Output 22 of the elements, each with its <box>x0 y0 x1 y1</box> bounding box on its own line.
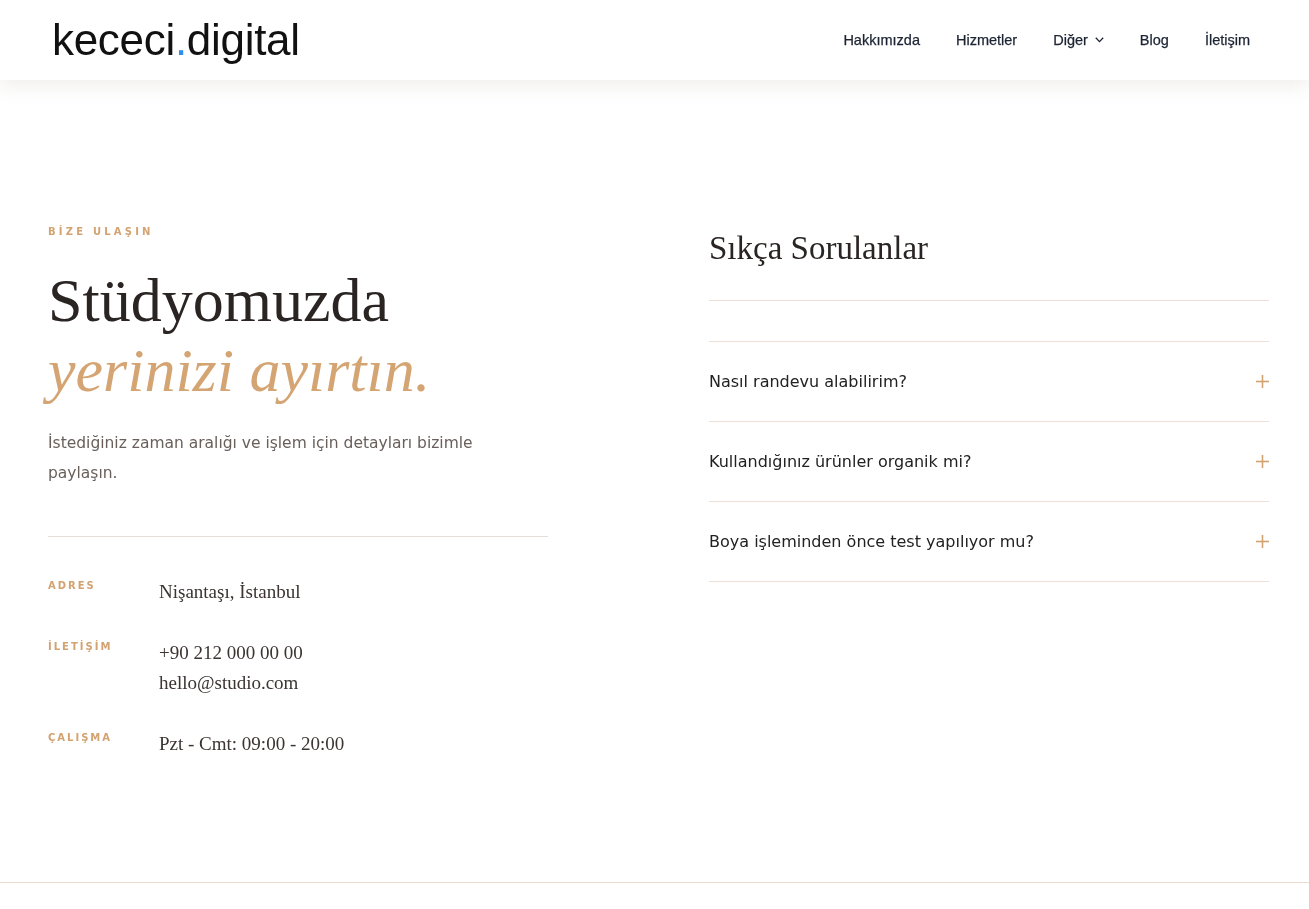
chevron-down-icon <box>1094 37 1104 43</box>
nav-link[interactable]: Hakkımızda <box>843 30 920 50</box>
heading: Stüdyomuzda <box>48 265 389 335</box>
info-value: Nişantaşı, İstanbul <box>159 580 301 604</box>
logo[interactable]: kececi.digital <box>52 15 300 65</box>
heading-accent: yerinizi ayırtın. <box>36 335 439 405</box>
info-label: İLETİŞİM <box>48 641 113 653</box>
nav-link[interactable]: Hizmetler <box>955 30 1018 50</box>
info-value: Pzt - Cmt: 09:00 - 20:00 <box>159 732 345 756</box>
nav-link[interactable]: Diğer <box>1053 30 1104 50</box>
faq-question[interactable]: Kullandığınız ürünler organik mi? <box>709 422 1269 501</box>
intro-text: İstediğiniz zaman aralığı ve işlem için detayları bizimle paylaşın. <box>48 432 474 484</box>
faq-question[interactable]: Boya işleminden önce test yapılıyor mu? <box>709 502 1269 581</box>
faq-question[interactable]: Nasıl randevu alabilirim? <box>709 342 1269 421</box>
eyebrow-text: BİZE ULAŞIN <box>48 226 154 238</box>
info-label: ADRES <box>48 580 96 592</box>
info-value: hello@studio.com <box>159 671 299 695</box>
nav-link[interactable]: İletişim <box>1204 30 1250 50</box>
info-value: +90 212 000 00 00 <box>159 641 303 665</box>
nav-link[interactable]: Blog <box>1139 30 1169 50</box>
info-label: ÇALIŞMA <box>48 732 113 744</box>
faq-title: Sıkça Sorulanlar <box>709 230 929 266</box>
